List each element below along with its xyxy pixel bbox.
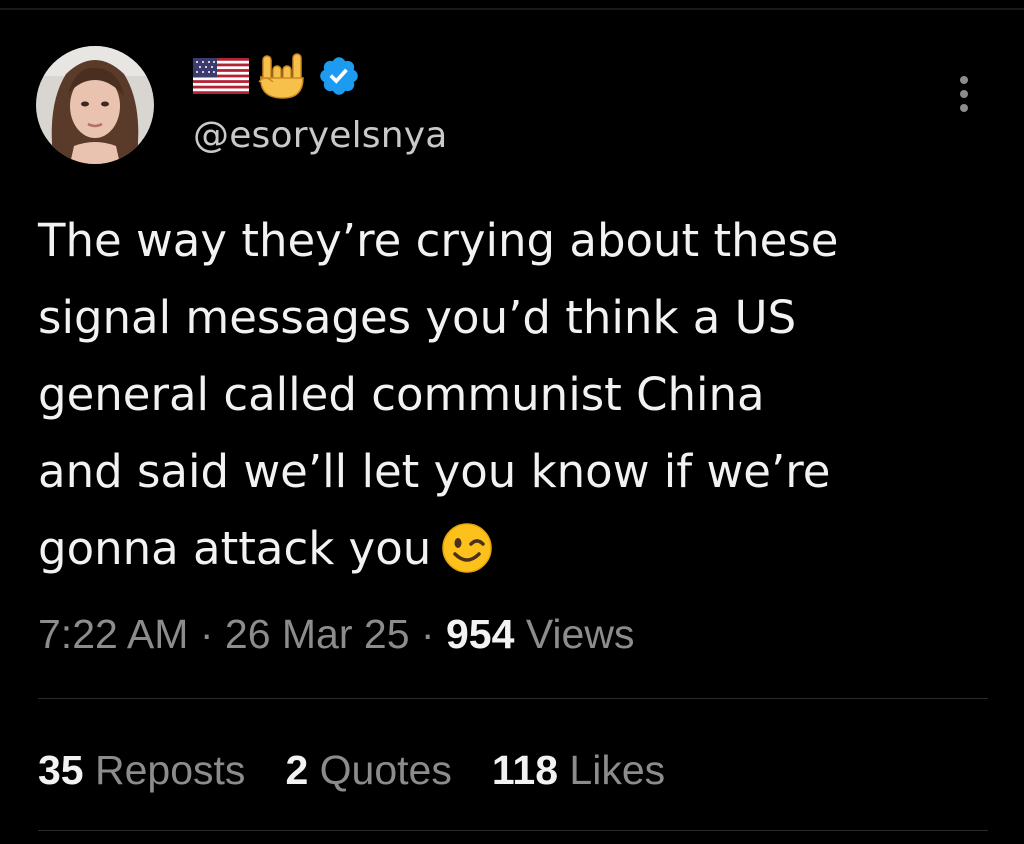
tweet-meta: 7:22 AM · 26 Mar 25 · 954 Views [38, 608, 634, 660]
reposts-label: Reposts [95, 747, 246, 793]
engagement-stats: 35 Reposts 2 Quotes 118 Likes [38, 744, 665, 796]
love-you-gesture-icon [257, 52, 309, 100]
quotes-label: Quotes [319, 747, 452, 793]
likes-label: Likes [569, 747, 666, 793]
avatar[interactable] [36, 46, 154, 164]
quotes-count: 2 [285, 747, 309, 793]
likes-stat[interactable]: 118 Likes [492, 744, 665, 796]
meta-separator: · [420, 611, 435, 657]
author-handle[interactable]: @esoryelsnya [193, 112, 448, 160]
likes-count: 118 [491, 747, 559, 793]
views-count: 954 [445, 611, 515, 657]
reposts-stat[interactable]: 35 Reposts [38, 744, 245, 796]
views-label: Views [525, 611, 635, 657]
meta-divider [38, 698, 988, 699]
stats-divider [38, 830, 988, 831]
avatar-image [36, 46, 154, 164]
reposts-count: 35 [38, 747, 84, 793]
tweet-time[interactable]: 7:22 AM [38, 611, 188, 657]
tweet-date[interactable]: 26 Mar 25 [225, 611, 410, 657]
tweet-body: The way they’re crying about these signa… [38, 214, 839, 575]
quotes-stat[interactable]: 2 Quotes [285, 744, 451, 796]
meta-separator: · [199, 611, 214, 657]
us-flag-icon [193, 58, 249, 94]
winking-face-icon [441, 520, 493, 597]
more-options-button[interactable] [944, 72, 984, 116]
top-divider [0, 8, 1024, 10]
tweet-text: The way they’re crying about these signa… [38, 202, 998, 597]
more-vertical-icon [960, 76, 968, 112]
verified-badge-icon [317, 54, 361, 98]
display-name[interactable] [193, 52, 361, 100]
